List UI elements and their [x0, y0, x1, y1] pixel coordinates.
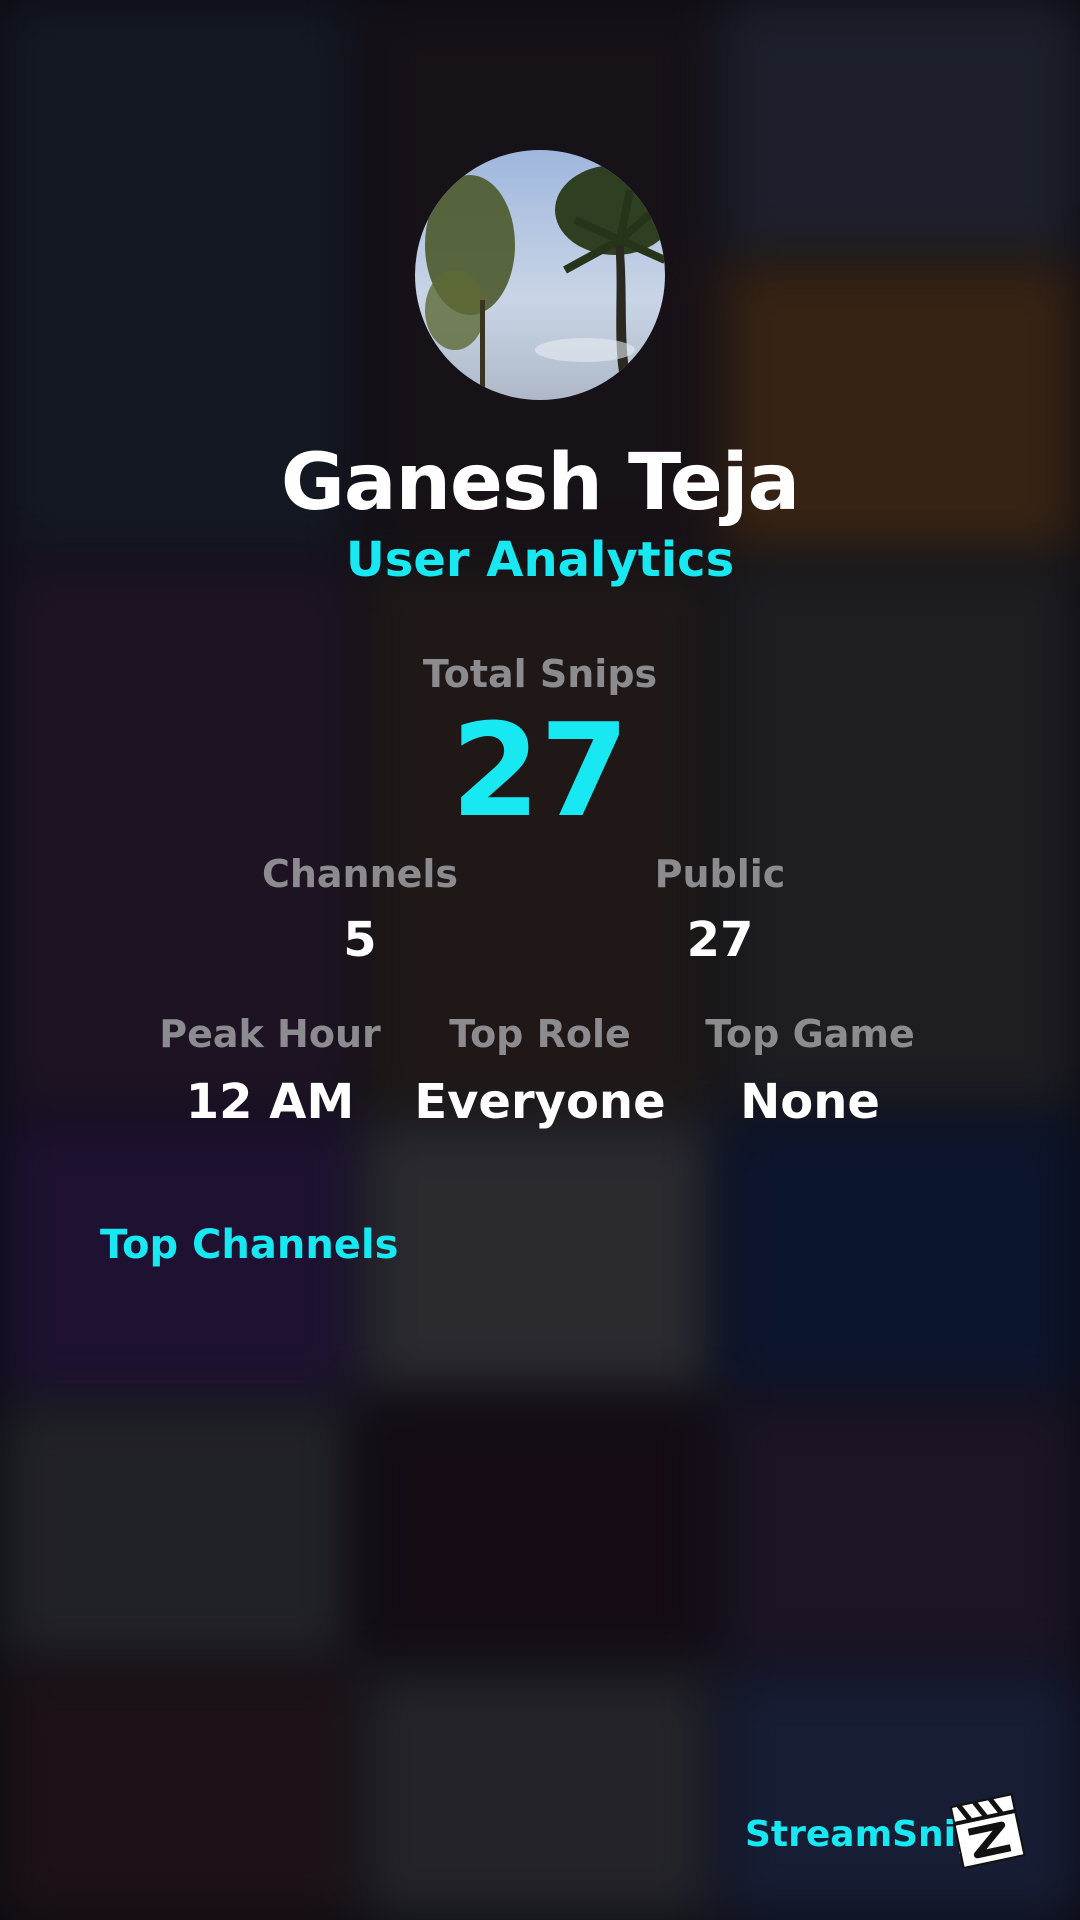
page-subtitle: User Analytics [345, 532, 735, 588]
user-name: Ganesh Teja [280, 438, 800, 528]
channels-value: 5 [343, 912, 377, 968]
top-game-label: Top Game [705, 1012, 915, 1056]
avatar [415, 150, 665, 400]
brand-name: StreamSnip [745, 1814, 982, 1855]
avatar-photo [425, 165, 665, 400]
top-role-value: Everyone [414, 1074, 666, 1130]
clapperboard-icon [949, 1788, 1026, 1870]
total-snips-value: 27 [450, 697, 630, 846]
top-role-label: Top Role [449, 1012, 631, 1056]
peak-hour-label: Peak Hour [159, 1012, 381, 1056]
total-snips-label: Total Snips [422, 652, 658, 696]
top-game-value: None [740, 1074, 880, 1130]
public-value: 27 [686, 912, 754, 968]
public-label: Public [654, 852, 786, 896]
channels-label: Channels [261, 852, 459, 896]
top-channels-heading: Top Channels [100, 1222, 399, 1268]
peak-hour-value: 12 AM [185, 1074, 355, 1130]
